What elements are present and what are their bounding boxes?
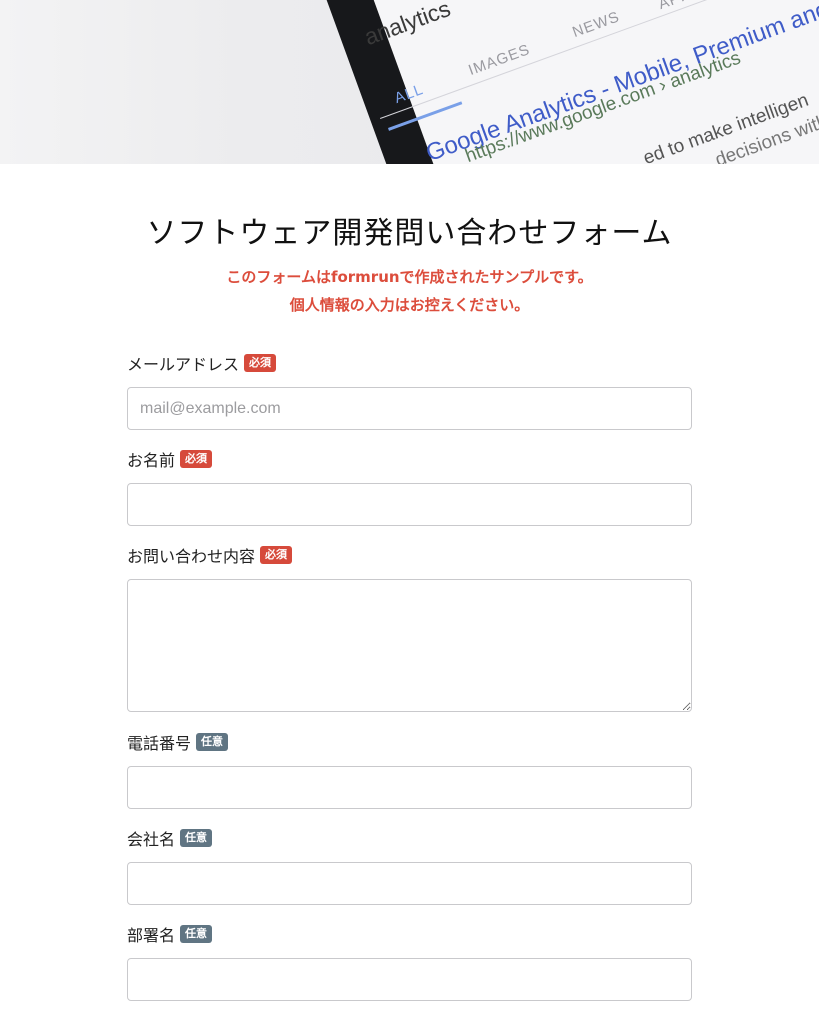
required-badge: 必須 xyxy=(180,450,213,468)
hero-image: analytics ALL IMAGES NEWS APPS Google An… xyxy=(0,0,819,164)
required-badge: 必須 xyxy=(260,546,293,564)
company-field[interactable] xyxy=(127,862,692,905)
company-label: 会社名 任意 xyxy=(127,827,213,849)
company-label-text: 会社名 xyxy=(127,830,176,849)
optional-badge: 任意 xyxy=(196,733,229,751)
inquiry-label-text: お問い合わせ内容 xyxy=(127,547,256,566)
inquiry-label: お問い合わせ内容 必須 xyxy=(127,544,293,566)
inquiry-textarea[interactable] xyxy=(127,579,692,712)
optional-badge: 任意 xyxy=(180,829,213,847)
department-field[interactable] xyxy=(127,958,692,1001)
optional-badge: 任意 xyxy=(180,925,213,943)
name-field[interactable] xyxy=(127,483,692,526)
notice-line-2: 個人情報の入力はお控えください。 xyxy=(289,296,530,314)
phone-field[interactable] xyxy=(127,766,692,809)
name-label-text: お名前 xyxy=(127,451,176,470)
email-label-text: メールアドレス xyxy=(127,355,240,374)
phone-label: 電話番号 任意 xyxy=(127,731,229,753)
notice-line-1: このフォームはformrunで作成されたサンプルです。 xyxy=(226,268,593,286)
department-label-text: 部署名 xyxy=(127,926,176,945)
required-badge: 必須 xyxy=(244,354,277,372)
phone-label-text: 電話番号 xyxy=(127,734,192,753)
page-title: ソフトウェア開発問い合わせフォーム xyxy=(146,216,673,251)
name-label: お名前 必須 xyxy=(127,448,213,470)
email-field[interactable] xyxy=(127,387,692,430)
department-label: 部署名 任意 xyxy=(127,923,213,945)
email-label: メールアドレス 必須 xyxy=(127,352,277,374)
